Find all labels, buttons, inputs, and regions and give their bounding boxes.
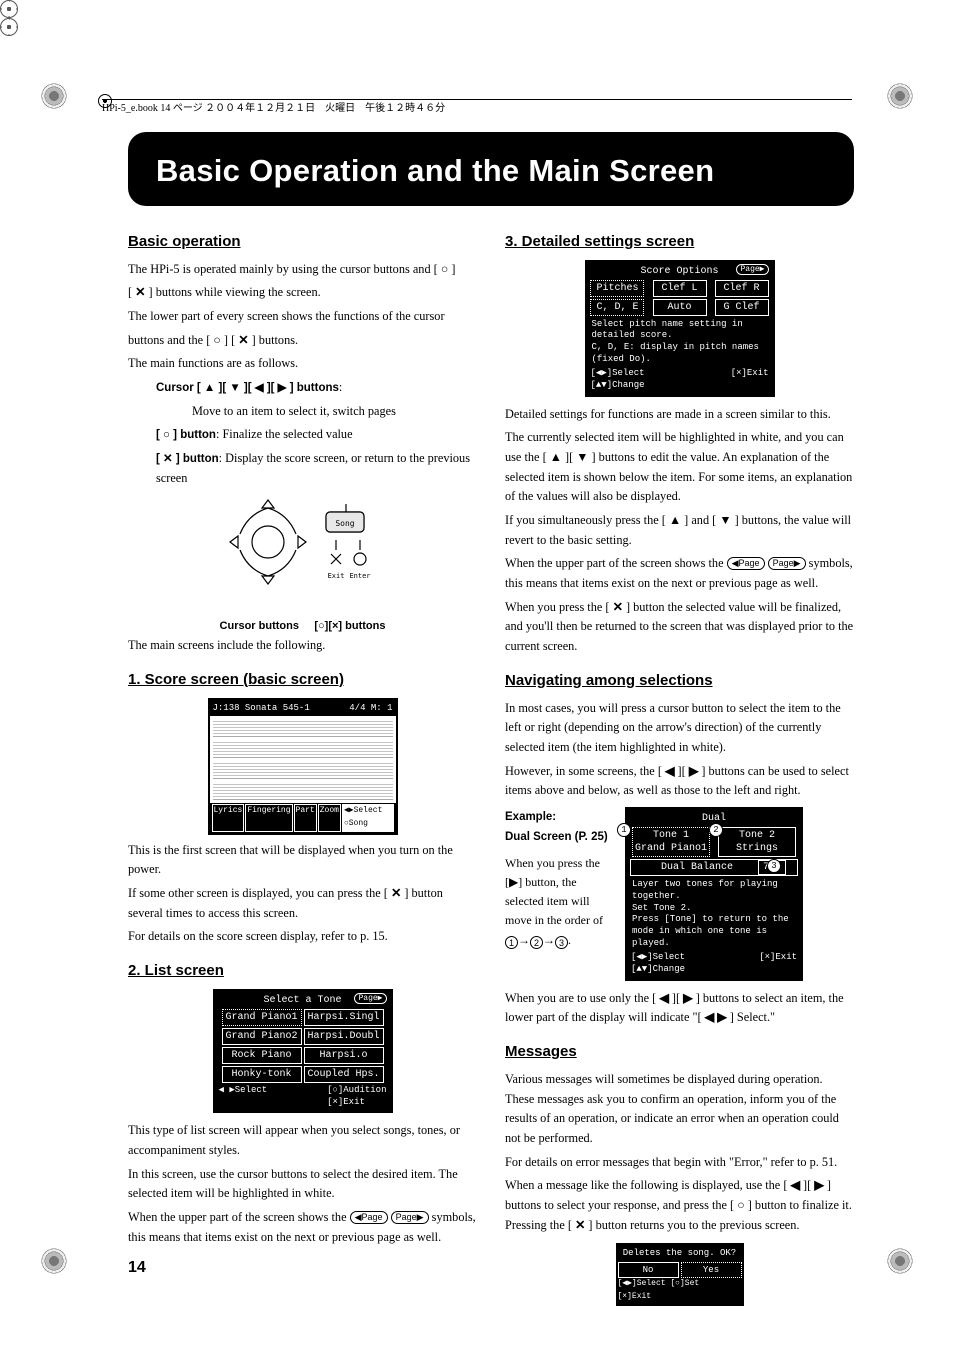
heading-list-screen: 2. List screen [128,959,477,983]
list-screen-figure: Select a TonePage▶ Grand Piano1Harpsi.Si… [213,989,393,1113]
score-screen-figure: J:138 Sonata 545-14/4 M: 1 Lyrics Finger… [208,698,398,835]
page-pill-icon: Page▶ [391,1211,429,1224]
page-number: 14 [128,1255,477,1281]
page-pill-icon: Page▶ [768,557,806,570]
svg-text:Enter: Enter [349,572,370,580]
body-text: Detailed settings for functions are made… [505,405,854,425]
page-title: Basic Operation and the Main Screen [128,132,854,206]
down-icon: ▼ [719,513,731,527]
body-text: In most cases, you will press a cursor b… [505,699,854,758]
right-icon: ▶ [689,764,698,778]
body-text: This is the first screen that will be di… [128,841,477,880]
crop-mark [886,82,914,110]
down-icon: ▼ [576,450,588,464]
body-text: However, in some screens, the [ ◀ ][ ▶ ]… [505,762,854,801]
body-text: The currently selected item will be high… [505,428,854,507]
body-text: The main screens include the following. [128,636,477,656]
x-icon: ✕ [163,453,173,465]
left-icon: ◀ [791,1178,800,1192]
x-icon: ✕ [135,285,145,299]
svg-text:Song: Song [335,519,354,528]
body-text: In this screen, use the cursor buttons t… [128,1165,477,1204]
body-text: When a message like the following is dis… [505,1176,854,1235]
body-text: When you press the [ ✕ ] button the sele… [505,598,854,657]
heading-messages: Messages [505,1040,854,1064]
x-icon: ✕ [613,600,623,614]
svg-text:Exit: Exit [327,572,344,580]
body-text: If some other screen is displayed, you c… [128,884,477,923]
right-icon: ▶ [814,1178,823,1192]
cursor-diagram: Song Exit Enter [218,494,388,614]
step-1-icon: 1 [505,936,518,949]
body-text: [ ✕ ] buttons while viewing the screen. [128,283,477,303]
page-pill-icon: ◀Page [727,557,765,570]
running-header-text: HPi-5_e.book 14 ページ ２００４年１２月２１日 火曜日 午後１２… [102,103,445,114]
right-icon: ▶ [717,1010,726,1024]
button-def: Cursor [ ▲ ][ ▼ ][ ◀ ][ ▶ ] buttons: [156,378,477,398]
body-text: If you simultaneously press the [ ▲ ] an… [505,511,854,550]
up-icon: ▲ [550,450,562,464]
circle-icon: ○ [737,1198,744,1212]
step-2-icon: 2 [530,936,543,949]
button-def: [ ○ ] button: Finalize the selected valu… [156,425,477,445]
step-3-icon: 3 [555,936,568,949]
x-icon: ✕ [391,886,401,900]
left-column: Basic operation The HPi-5 is operated ma… [128,228,477,1314]
body-text: The main functions are as follows. [128,354,477,374]
body-text: The lower part of every screen shows the… [128,307,477,327]
crop-mark [886,1247,914,1275]
x-icon: ✕ [575,1218,585,1232]
body-text: This type of list screen will appear whe… [128,1121,477,1160]
body-text: Various messages will sometimes be displ… [505,1070,854,1149]
right-column: 3. Detailed settings screen Score Option… [505,228,854,1314]
example-caption: Example: Dual Screen (P. 25) When you pr… [505,807,615,954]
right-icon: ▶ [683,991,692,1005]
left-icon: ◀ [659,991,668,1005]
button-def-desc: Move to an item to select it, switch pag… [192,402,477,422]
circle-icon: ○ [163,429,170,441]
heading-detailed-settings: 3. Detailed settings screen [505,230,854,254]
heading-navigating: Navigating among selections [505,669,854,693]
body-text: When you are to use only the [ ◀ ][ ▶ ] … [505,989,854,1028]
button-def: [ ✕ ] button: Display the score screen, … [156,449,477,488]
diagram-caption: Cursor buttons [○][×] buttons [128,616,477,636]
up-icon: ▲ [669,513,681,527]
detailed-settings-figure: Score OptionsPage▶ Pitches Clef L Clef R… [585,260,775,397]
body-text: For details on the score screen display,… [128,927,477,947]
body-text: When the upper part of the screen shows … [505,554,854,593]
body-text: buttons and the [ ○ ] [ ✕ ] buttons. [128,331,477,351]
message-figure: Deletes the song. OK? NoYes [◀▶]Select [… [616,1243,744,1305]
x-icon: ✕ [238,333,248,347]
body-text: For details on error messages that begin… [505,1153,854,1173]
crop-mark-mid [0,0,18,18]
heading-score-screen: 1. Score screen (basic screen) [128,668,477,692]
crop-mark-mid [0,18,18,36]
body-text: When the upper part of the screen shows … [128,1208,477,1247]
circle-icon: ○ [213,333,220,347]
running-header: HPi-5_e.book 14 ページ ２００４年１２月２１日 火曜日 午後１２… [102,99,852,117]
crop-mark [40,82,68,110]
heading-basic-operation: Basic operation [128,230,477,254]
crop-mark [40,1247,68,1275]
page-pill-icon: ◀Page [350,1211,388,1224]
left-icon: ◀ [705,1010,714,1024]
dual-screen-figure: Dual Tone 1Grand Piano1 Tone 2Strings Du… [625,807,803,981]
body-text: The HPi-5 is operated mainly by using th… [128,260,477,280]
